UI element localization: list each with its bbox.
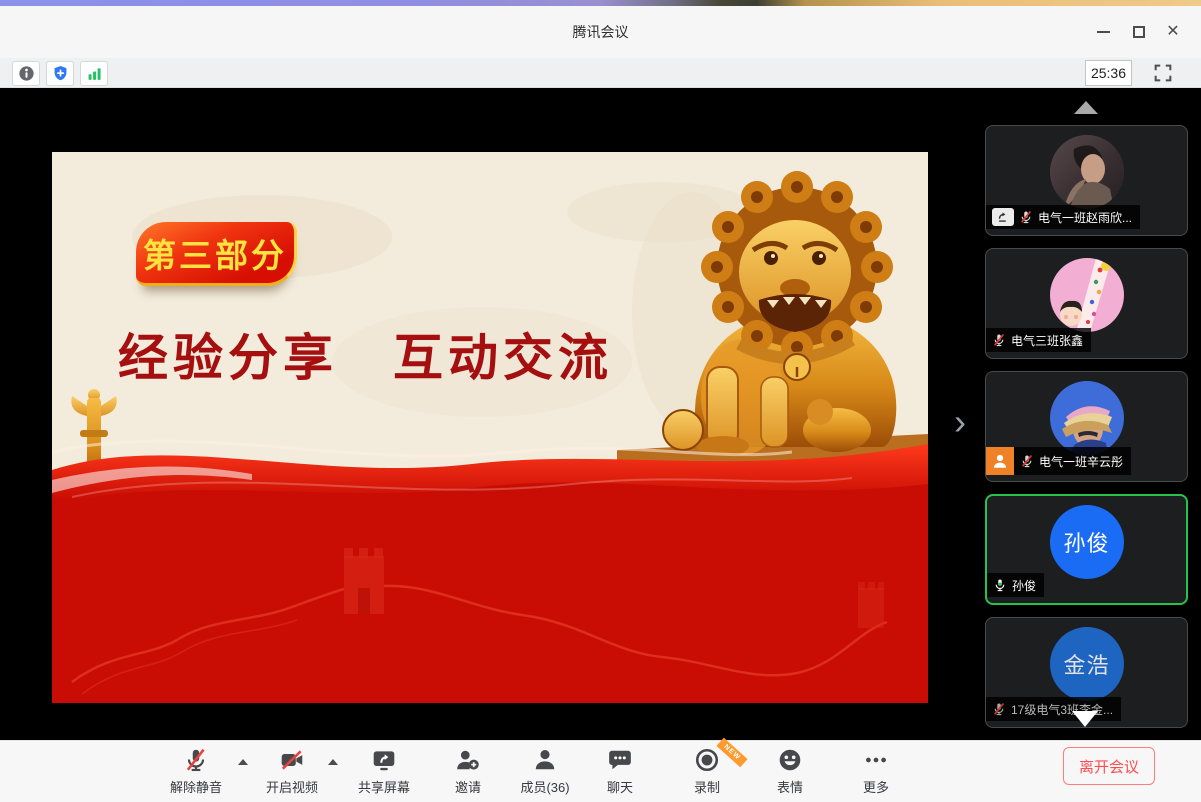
record-icon bbox=[694, 747, 720, 773]
avatar bbox=[1050, 258, 1124, 332]
start-video-button[interactable]: 开启视频 bbox=[257, 747, 327, 796]
participant-tile[interactable]: 电气一班辛云彤 bbox=[985, 371, 1188, 482]
more-icon bbox=[863, 747, 889, 773]
person-icon bbox=[991, 452, 1009, 470]
maximize-button[interactable] bbox=[1124, 20, 1154, 44]
share-screen-label: 共享屏幕 bbox=[358, 777, 410, 796]
name-bar: 17级电气3班李金... bbox=[986, 697, 1121, 721]
invite-label: 邀请 bbox=[455, 777, 481, 796]
mic-muted-icon bbox=[992, 702, 1006, 716]
window-title: 腾讯会议 bbox=[0, 6, 1201, 58]
emoji-button[interactable]: 表情 bbox=[755, 747, 825, 796]
close-button[interactable]: ✕ bbox=[1158, 20, 1188, 44]
scroll-down-arrow[interactable] bbox=[1072, 711, 1098, 727]
avatar-initials: 金浩 bbox=[1050, 627, 1124, 701]
shield-plus-icon bbox=[51, 64, 70, 83]
network-quality-button[interactable] bbox=[80, 61, 108, 86]
meeting-security-button[interactable] bbox=[46, 61, 74, 86]
chat-icon bbox=[607, 747, 633, 773]
participant-tile-active[interactable]: 孙俊 孙俊 bbox=[985, 494, 1188, 605]
more-button[interactable]: 更多 bbox=[841, 747, 911, 796]
invite-icon bbox=[455, 747, 481, 773]
chat-button[interactable]: 聊天 bbox=[585, 747, 655, 796]
avatar-initials: 孙俊 bbox=[1050, 505, 1124, 579]
mic-muted-icon bbox=[992, 333, 1006, 347]
avatar-photo bbox=[1050, 258, 1124, 332]
mic-muted-icon bbox=[183, 747, 209, 773]
share-screen-icon bbox=[371, 747, 397, 773]
fullscreen-icon bbox=[1152, 62, 1174, 84]
maximize-icon bbox=[1133, 26, 1145, 38]
meeting-toolbar: 解除静音 开启视频 共享屏幕 邀请 bbox=[0, 740, 1201, 802]
minimize-button[interactable] bbox=[1088, 20, 1118, 44]
more-label: 更多 bbox=[863, 777, 889, 796]
mic-muted-icon bbox=[1020, 454, 1034, 468]
avatar-photo bbox=[1050, 381, 1124, 455]
meeting-timer: 25:36 bbox=[1085, 60, 1132, 86]
share-screen-button[interactable]: 共享屏幕 bbox=[349, 747, 419, 796]
members-icon bbox=[532, 747, 558, 773]
participant-tile[interactable]: 电气三班张鑫 bbox=[985, 248, 1188, 359]
record-label: 录制 bbox=[694, 777, 720, 796]
mic-muted-icon bbox=[1019, 210, 1033, 224]
name-bar: 电气一班辛云彤 bbox=[986, 447, 1131, 475]
screen-sharing-badge bbox=[992, 208, 1014, 226]
unmute-label: 解除静音 bbox=[170, 777, 222, 796]
timer-value: 25:36 bbox=[1091, 65, 1126, 81]
name-bar: 孙俊 bbox=[987, 573, 1044, 597]
participant-tile[interactable]: 电气一班赵雨欣... bbox=[985, 125, 1188, 236]
emoji-icon bbox=[777, 747, 803, 773]
leave-meeting-button[interactable]: 离开会议 bbox=[1063, 747, 1155, 785]
participant-name: 电气一班辛云彤 bbox=[1039, 453, 1123, 470]
avatar bbox=[1050, 381, 1124, 455]
participant-name: 电气三班张鑫 bbox=[1011, 332, 1083, 349]
emoji-label: 表情 bbox=[777, 777, 803, 796]
titlebar: 腾讯会议 bbox=[0, 6, 1201, 58]
record-button[interactable]: NEW 录制 bbox=[672, 747, 742, 796]
slide-title: 经验分享 互动交流 bbox=[118, 318, 718, 390]
mic-options-chevron[interactable] bbox=[238, 759, 248, 765]
mic-active-icon bbox=[993, 578, 1007, 592]
name-bar: 电气三班张鑫 bbox=[986, 328, 1091, 352]
slide-section-badge: 第三部分 bbox=[136, 222, 297, 286]
close-icon: ✕ bbox=[1166, 24, 1179, 40]
members-label: 成员(36) bbox=[520, 777, 569, 796]
minimize-icon bbox=[1097, 31, 1110, 33]
camera-muted-icon bbox=[279, 747, 305, 773]
meeting-info-button[interactable] bbox=[12, 61, 40, 86]
fullscreen-button[interactable] bbox=[1149, 60, 1176, 86]
unmute-button[interactable]: 解除静音 bbox=[161, 747, 231, 796]
info-icon bbox=[17, 64, 36, 83]
invite-button[interactable]: 邀请 bbox=[433, 747, 503, 796]
signal-bars-icon bbox=[85, 64, 104, 83]
role-badge bbox=[986, 447, 1014, 475]
video-options-chevron[interactable] bbox=[328, 759, 338, 765]
scroll-up-arrow[interactable] bbox=[1074, 101, 1098, 114]
chat-label: 聊天 bbox=[607, 777, 633, 796]
shared-slide: 第三部分 经验分享 互动交流 bbox=[52, 152, 928, 703]
participant-name: 电气一班赵雨欣... bbox=[1038, 209, 1132, 226]
members-button[interactable]: 成员(36) bbox=[510, 747, 580, 796]
status-bar bbox=[0, 58, 1201, 88]
participant-name: 孙俊 bbox=[1012, 577, 1036, 594]
name-bar: 电气一班赵雨欣... bbox=[986, 205, 1140, 229]
new-feature-badge: NEW bbox=[716, 738, 747, 768]
avatar bbox=[1050, 135, 1124, 209]
avatar-photo bbox=[1050, 135, 1124, 209]
next-page-chevron[interactable]: › bbox=[954, 404, 966, 440]
start-video-label: 开启视频 bbox=[266, 777, 318, 796]
share-arrow-icon bbox=[996, 210, 1010, 224]
